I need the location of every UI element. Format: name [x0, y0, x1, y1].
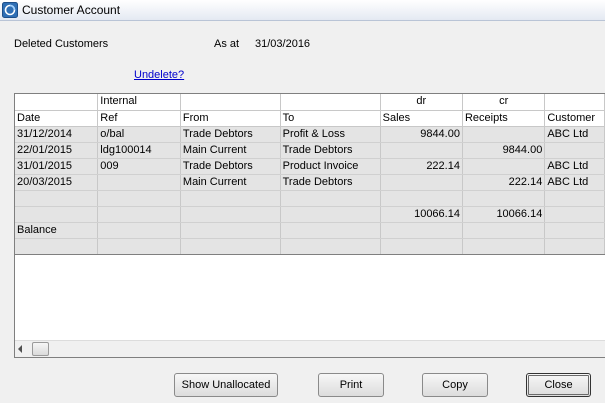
- group-header-cell: [15, 94, 99, 111]
- cell-date: 31/01/2015: [15, 158, 99, 175]
- cell-customer: ABC Ltd: [544, 126, 605, 143]
- cell-receipts: 9844.00: [462, 142, 546, 159]
- cell-to: Profit & Loss: [280, 126, 381, 143]
- column-header-ref[interactable]: Ref: [97, 110, 181, 127]
- print-button[interactable]: Print: [318, 373, 384, 397]
- group-header-row: Internal dr cr: [15, 94, 605, 111]
- cell-from: Trade Debtors: [180, 158, 281, 175]
- cell-date: [15, 190, 99, 207]
- cell-ref: [97, 238, 181, 255]
- cell-from: Main Current: [180, 174, 281, 191]
- scroll-left-arrow-icon[interactable]: [18, 345, 22, 353]
- cell-ref: ldg100014: [97, 142, 181, 159]
- undelete-link[interactable]: Undelete?: [134, 69, 184, 81]
- as-at-label: As at: [214, 38, 240, 50]
- cell-to: Product Invoice: [280, 158, 381, 175]
- table-row[interactable]: 20/03/2015 Main Current Trade Debtors 22…: [15, 174, 605, 191]
- show-unallocated-button[interactable]: Show Unallocated: [174, 373, 278, 397]
- cell-receipts: [462, 190, 546, 207]
- column-header-from[interactable]: From: [180, 110, 281, 127]
- as-at-date: 31/03/2016: [255, 38, 311, 50]
- column-header-date[interactable]: Date: [15, 110, 99, 127]
- group-header-cell: [180, 94, 281, 111]
- cell-customer: [544, 190, 605, 207]
- column-header-sales[interactable]: Sales: [380, 110, 463, 127]
- close-button[interactable]: Close: [526, 373, 591, 397]
- cell-date: 22/01/2015: [15, 142, 99, 159]
- cell-receipts: [462, 126, 546, 143]
- cell-sales: 9844.00: [380, 126, 463, 143]
- column-header-receipts[interactable]: Receipts: [462, 110, 546, 127]
- cell-ref: [97, 174, 181, 191]
- scroll-thumb[interactable]: [32, 342, 49, 356]
- cell-sales-total: 10066.14: [380, 206, 463, 223]
- cell-to: Trade Debtors: [280, 174, 381, 191]
- cell-receipts: [462, 222, 546, 239]
- cell-to: [280, 206, 381, 223]
- account-grid[interactable]: Internal dr cr Date Ref From To Sales Re…: [14, 93, 605, 358]
- cell-sales: [380, 190, 463, 207]
- table-row[interactable]: 22/01/2015 ldg100014 Main Current Trade …: [15, 142, 605, 159]
- table-row[interactable]: [15, 238, 605, 255]
- cell-ref: 009: [97, 158, 181, 175]
- account-table: Internal dr cr Date Ref From To Sales Re…: [15, 94, 605, 255]
- group-header-cell: [280, 94, 381, 111]
- cell-ref: [97, 206, 181, 223]
- group-header-cell: dr: [380, 94, 463, 111]
- cell-receipts: [462, 158, 546, 175]
- cell-from: Trade Debtors: [180, 126, 281, 143]
- cell-balance-label: Balance: [15, 222, 99, 239]
- cell-ref: o/bal: [97, 126, 181, 143]
- cell-from: Main Current: [180, 142, 281, 159]
- cell-to: Trade Debtors: [280, 142, 381, 159]
- column-header-to[interactable]: To: [280, 110, 381, 127]
- app-icon: [2, 2, 18, 18]
- group-header-cell: [544, 94, 605, 111]
- title-bar: Customer Account: [0, 0, 605, 21]
- table-row[interactable]: [15, 190, 605, 207]
- cell-to: [280, 222, 381, 239]
- cell-customer: ABC Ltd: [544, 174, 605, 191]
- cell-date: [15, 206, 99, 223]
- group-header-cell: cr: [462, 94, 546, 111]
- table-row[interactable]: 31/01/2015 009 Trade Debtors Product Inv…: [15, 158, 605, 175]
- cell-receipts: 222.14: [462, 174, 546, 191]
- cell-ref: [97, 222, 181, 239]
- cell-from: [180, 238, 281, 255]
- cell-customer: ABC Ltd: [544, 158, 605, 175]
- cell-receipts-total: 10066.14: [462, 206, 546, 223]
- status-label: Deleted Customers: [14, 38, 109, 50]
- group-header-cell: Internal: [97, 94, 181, 111]
- cell-date: [15, 238, 99, 255]
- totals-row[interactable]: 10066.14 10066.14: [15, 206, 605, 223]
- cell-from: [180, 222, 281, 239]
- cell-from: [180, 206, 281, 223]
- cell-sales: 222.14: [380, 158, 463, 175]
- cell-ref: [97, 190, 181, 207]
- cell-customer: [544, 142, 605, 159]
- column-header-customer[interactable]: Customer: [544, 110, 605, 127]
- horizontal-scrollbar[interactable]: [15, 340, 605, 357]
- window-title: Customer Account: [22, 3, 121, 17]
- cell-to: [280, 190, 381, 207]
- cell-to: [280, 238, 381, 255]
- cell-sales: [380, 174, 463, 191]
- cell-customer: [544, 238, 605, 255]
- table-row[interactable]: 31/12/2014 o/bal Trade Debtors Profit & …: [15, 126, 605, 143]
- cell-customer: [544, 206, 605, 223]
- cell-sales: [380, 238, 463, 255]
- cell-sales: [380, 142, 463, 159]
- column-header-row: Date Ref From To Sales Receipts Customer: [15, 110, 605, 127]
- cell-receipts: [462, 238, 546, 255]
- balance-row[interactable]: Balance: [15, 222, 605, 239]
- copy-button[interactable]: Copy: [422, 373, 488, 397]
- cell-sales: [380, 222, 463, 239]
- cell-customer: [544, 222, 605, 239]
- cell-date: 20/03/2015: [15, 174, 99, 191]
- cell-date: 31/12/2014: [15, 126, 99, 143]
- cell-from: [180, 190, 281, 207]
